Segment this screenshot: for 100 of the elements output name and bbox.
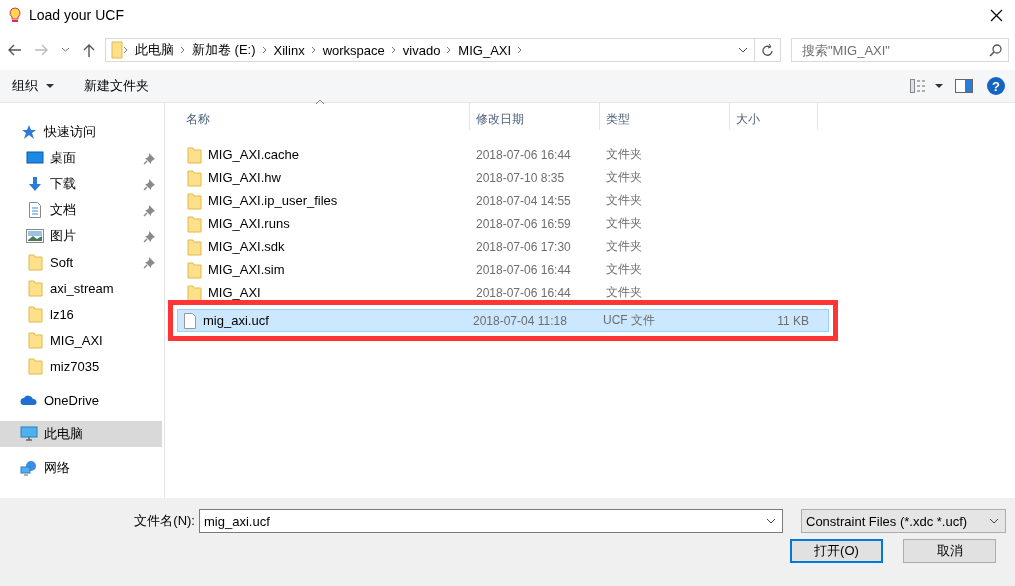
chevron-icon xyxy=(446,46,453,54)
file-name: MIG_AXI.sim xyxy=(208,262,285,277)
breadcrumb-item[interactable]: workspace xyxy=(316,42,391,58)
history-dropdown-icon xyxy=(61,47,70,53)
window-title: Load your UCF xyxy=(29,7,125,23)
file-date: 2018-07-10 8:35 xyxy=(475,170,566,185)
file-date: 2018-07-06 16:44 xyxy=(475,147,572,162)
folder-icon xyxy=(27,331,43,349)
network-icon xyxy=(20,460,38,476)
help-button[interactable]: ? xyxy=(987,77,1005,95)
down-arrow-icon xyxy=(27,176,43,192)
chevron-icon xyxy=(180,46,186,54)
folder-icon xyxy=(27,253,43,271)
file-size: 11 KB xyxy=(776,313,810,328)
sidebar-item[interactable]: MIG_AXI xyxy=(0,327,162,353)
folder-icon xyxy=(27,357,43,375)
sidebar-item[interactable]: OneDrive xyxy=(0,387,162,413)
search-icon xyxy=(989,44,1002,57)
file-type: UCF 文件 xyxy=(602,312,656,329)
file-type: 文件夹 xyxy=(605,169,643,186)
sidebar-item[interactable]: axi_stream xyxy=(0,275,162,301)
sidebar-item[interactable]: 文档 xyxy=(0,197,162,223)
file-type: 文件夹 xyxy=(605,261,643,278)
file-row[interactable]: MIG_AXI.runs 2018-07-06 16:59 文件夹 xyxy=(180,212,820,235)
file-date: 2018-07-04 11:18 xyxy=(472,313,568,328)
file-row[interactable]: MIG_AXI.cache 2018-07-06 16:44 文件夹 xyxy=(180,143,820,166)
lightbulb-icon xyxy=(8,7,22,23)
file-name: MIG_AXI.ip_user_files xyxy=(208,193,338,208)
up-icon xyxy=(82,42,96,58)
column-header[interactable]: 类型 xyxy=(600,103,730,130)
caret-icon xyxy=(935,84,943,88)
sidebar-item[interactable]: 下载 xyxy=(0,171,162,197)
file-row[interactable]: MIG_AXI.ip_user_files 2018-07-04 14:55 文件夹 xyxy=(180,189,820,212)
file-date: 2018-07-04 14:55 xyxy=(475,193,572,208)
file-row[interactable]: MIG_AXI.hw 2018-07-10 8:35 文件夹 xyxy=(180,166,820,189)
sidebar-item[interactable]: Soft xyxy=(0,249,162,275)
chevron-icon xyxy=(517,46,524,54)
new-folder-button[interactable]: 新建文件夹 xyxy=(76,73,157,99)
folder-icon xyxy=(27,305,43,323)
monitor-icon xyxy=(26,151,44,165)
chevron-icon xyxy=(261,46,268,54)
file-name: MIG_AXI.hw xyxy=(208,170,281,185)
folder-icon xyxy=(186,145,202,164)
picture-icon xyxy=(26,229,44,243)
back-icon xyxy=(7,43,22,57)
chevron-icon xyxy=(738,46,748,54)
breadcrumb-item[interactable]: Xilinx xyxy=(267,42,311,58)
file-date: 2018-07-06 17:30 xyxy=(475,239,572,254)
chevron-icon xyxy=(766,517,776,525)
sidebar-item[interactable]: 此电脑 xyxy=(0,421,162,447)
column-header[interactable]: 名称 xyxy=(180,103,470,130)
file-type: 文件夹 xyxy=(605,146,643,163)
sidebar-item[interactable]: 快速访问 xyxy=(0,119,162,145)
file-date: 2018-07-06 16:44 xyxy=(475,285,572,300)
column-header[interactable]: 修改日期 xyxy=(470,103,600,130)
folder-icon xyxy=(186,260,202,279)
folder-icon xyxy=(186,283,202,302)
file-row[interactable]: MIG_AXI.sim 2018-07-06 16:44 文件夹 xyxy=(180,258,820,281)
file-type-dropdown[interactable]: Constraint Files (*.xdc *.ucf) xyxy=(801,509,1006,533)
file-name: MIG_AXI.runs xyxy=(208,216,290,231)
breadcrumb-item[interactable]: 此电脑 xyxy=(129,41,180,59)
cloud-icon xyxy=(20,394,38,406)
file-row[interactable]: MIG_AXI.sdk 2018-07-06 17:30 文件夹 xyxy=(180,235,820,258)
address-bar[interactable]: 此电脑 新加卷 (E:) Xilinx workspace vivado MIG_AXI xyxy=(105,38,781,62)
file-name: mig_axi.ucf xyxy=(203,313,269,328)
folder-icon xyxy=(186,237,202,256)
organize-menu-button[interactable]: 组织 xyxy=(4,73,62,99)
search-field[interactable]: 搜索"MIG_AXI" xyxy=(791,38,1009,62)
forward-icon xyxy=(34,43,49,57)
file-row[interactable]: MIG_AXI 2018-07-06 16:44 文件夹 xyxy=(180,281,820,304)
refresh-icon xyxy=(761,43,774,57)
file-row[interactable]: mig_axi.ucf 2018-07-04 11:18 UCF 文件 11 KB xyxy=(177,309,829,332)
chevron-icon xyxy=(310,46,317,54)
file-type: 文件夹 xyxy=(605,192,643,209)
breadcrumb-item[interactable]: MIG_AXI xyxy=(452,42,518,58)
document-icon xyxy=(28,202,42,218)
breadcrumb-item[interactable]: 新加卷 (E:) xyxy=(186,41,262,59)
monitor-icon xyxy=(20,426,38,442)
sidebar-item[interactable]: 桌面 xyxy=(0,145,162,171)
column-header[interactable]: 大小 xyxy=(730,103,818,130)
sidebar-item[interactable]: lz16 xyxy=(0,301,162,327)
folder-icon xyxy=(186,191,202,210)
sidebar-item[interactable]: 图片 xyxy=(0,223,162,249)
file-name: MIG_AXI xyxy=(208,285,261,300)
caret-icon xyxy=(46,84,54,88)
folder-icon xyxy=(111,41,123,59)
chevron-icon xyxy=(123,46,129,54)
details-view-icon xyxy=(910,79,925,93)
document-icon xyxy=(183,311,197,330)
chevron-icon xyxy=(989,517,999,525)
file-name-field[interactable]: mig_axi.ucf xyxy=(199,509,783,533)
file-type: 文件夹 xyxy=(605,215,643,232)
folder-icon xyxy=(186,214,202,233)
chevron-icon xyxy=(390,46,397,54)
file-name: MIG_AXI.cache xyxy=(208,147,300,162)
cancel-button[interactable]: 取消 xyxy=(903,539,996,563)
breadcrumb-item[interactable]: vivado xyxy=(396,42,447,58)
sidebar-item[interactable]: 网络 xyxy=(0,455,162,481)
open-button[interactable]: 打开(O) xyxy=(790,539,883,563)
sidebar-item[interactable]: miz7035 xyxy=(0,353,162,379)
